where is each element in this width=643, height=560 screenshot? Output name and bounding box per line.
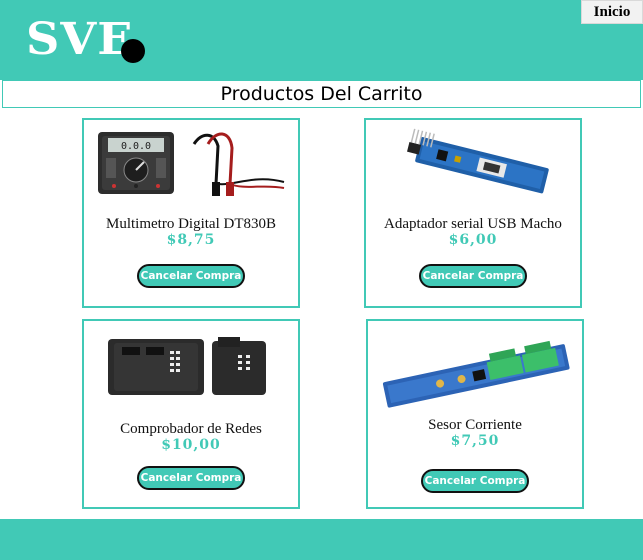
cancel-purchase-button[interactable]: Cancelar Compra — [421, 469, 529, 493]
cancel-purchase-button[interactable]: Cancelar Compra — [137, 466, 245, 490]
product-card: Sesor Corriente $7,50 Cancelar Compra — [366, 319, 584, 509]
multimeter-image: 0.0.0 — [84, 124, 298, 214]
product-price: $10,00 — [161, 437, 221, 453]
page-title: Productos Del Carrito — [2, 80, 641, 108]
logo-dot — [121, 39, 145, 63]
site-logo[interactable]: SVE — [26, 14, 134, 66]
cancel-purchase-button[interactable]: Cancelar Compra — [137, 264, 245, 288]
product-card: 0.0.0 Multimetro Digital DT830B $8,75 Ca… — [82, 118, 300, 308]
product-price: $6,00 — [448, 232, 498, 248]
cancel-purchase-button[interactable]: Cancelar Compra — [419, 264, 527, 288]
product-name: Adaptador serial USB Macho — [384, 216, 562, 232]
product-price: $7,50 — [450, 433, 500, 449]
product-card: Comprobador de Redes $10,00 Cancelar Com… — [82, 319, 300, 509]
header-bar: SVE Inicio — [0, 0, 643, 80]
current-sensor-image — [368, 325, 582, 415]
product-card: Adaptador serial USB Macho $6,00 Cancela… — [364, 118, 582, 308]
home-button[interactable]: Inicio — [581, 0, 643, 24]
footer-bar — [0, 519, 643, 560]
usb-serial-adapter-image — [366, 124, 580, 214]
network-tester-image — [84, 325, 298, 415]
product-name: Comprobador de Redes — [120, 421, 262, 437]
svg-text:0.0.0: 0.0.0 — [121, 141, 151, 152]
product-name: Multimetro Digital DT830B — [106, 216, 276, 232]
product-price: $8,75 — [166, 232, 216, 248]
product-name: Sesor Corriente — [428, 417, 522, 433]
